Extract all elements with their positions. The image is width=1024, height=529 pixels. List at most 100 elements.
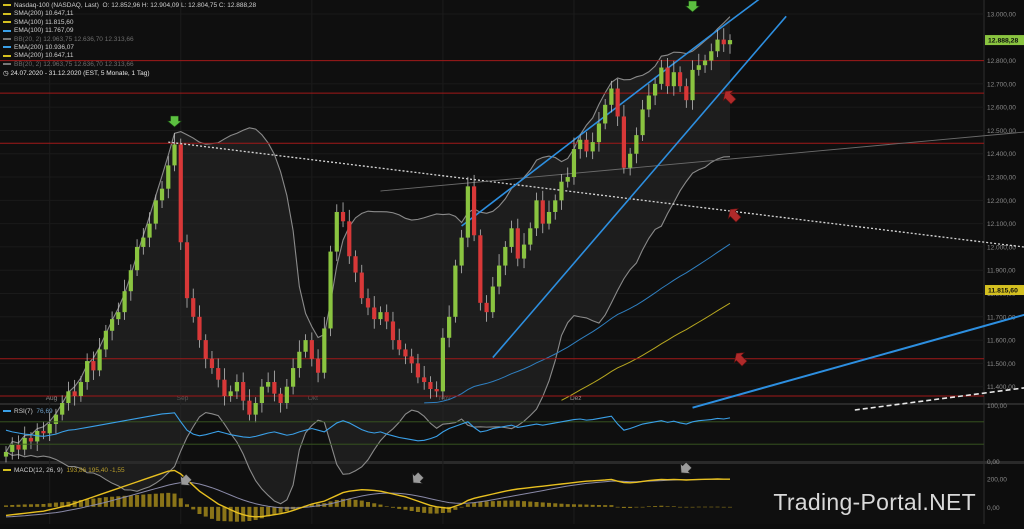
candle-body (141, 237, 146, 247)
macd-histogram-bar (397, 506, 402, 509)
macd-histogram-bar (684, 506, 689, 508)
macd-histogram-bar (515, 500, 520, 507)
candle-body (266, 382, 271, 387)
candle-body (340, 211, 346, 222)
candle-body (715, 39, 720, 52)
macd-histogram-bar (509, 500, 514, 507)
macd-histogram-bar (459, 506, 464, 508)
macd-histogram-bar (347, 499, 352, 507)
indicator-label: BB(20, 2) (14, 60, 42, 68)
indicator-value: 11.815,60 (45, 18, 74, 26)
candle-body (665, 67, 670, 87)
macd-histogram-bar (490, 501, 495, 507)
macd-histogram-bar (147, 494, 152, 507)
candle-body (415, 363, 421, 378)
macd-histogram-bar (553, 503, 558, 507)
macd-histogram-bar (247, 506, 252, 521)
rsi-value: 76,69 (36, 408, 53, 415)
candle-body (565, 177, 570, 182)
candle-body (272, 382, 277, 394)
macd-histogram-bar (603, 505, 608, 507)
macd-histogram-bar (434, 506, 439, 514)
macd-histogram-bar (465, 504, 470, 507)
macd-histogram-bar (646, 506, 651, 507)
y-tick-label: 12.700,00 (987, 81, 1016, 88)
candle-body (216, 368, 221, 380)
macd-histogram-bar (497, 500, 502, 507)
macd-histogram-bar (609, 505, 614, 507)
candle-body (315, 358, 321, 373)
macd-histogram-bar (178, 498, 183, 507)
candle-body (128, 270, 133, 292)
candle-body (702, 60, 708, 66)
macd-histogram-bar (472, 502, 477, 507)
y-tick-label: 13.000,00 (987, 11, 1016, 18)
candle-body (184, 242, 190, 299)
macd-histogram-bar (85, 499, 90, 507)
indicator-row: SMA(200) 10.647,11 (3, 52, 256, 60)
candle-body (134, 246, 140, 271)
macd-histogram-bar (35, 504, 40, 507)
candle-body (347, 221, 352, 257)
instrument-row: Nasdaq-100 (NASDAQ, Last) O: 12.852,96 H… (3, 2, 256, 10)
candle-body (203, 340, 208, 359)
candle-body (10, 444, 15, 452)
macd-histogram-bar (128, 495, 133, 507)
candle-body (172, 144, 177, 166)
candle-body (390, 321, 396, 341)
macd-histogram-bar (334, 500, 339, 507)
indicator-row: BB(20, 2) 12.963,75 12.636,70 12.313,66 (3, 36, 256, 44)
indicator-label: SMA(200) (14, 10, 44, 18)
macd-histogram-bar (640, 506, 645, 508)
candle-body (297, 351, 302, 369)
macd-histogram-bar (721, 506, 726, 508)
candle-body (534, 200, 539, 229)
indicator-row: BB(20, 2) 12.963,75 12.636,70 12.313,66 (3, 61, 256, 69)
macd-histogram-bar (565, 504, 570, 507)
macd-histogram-bar (621, 506, 626, 508)
indicator-label: BB(20, 2) (14, 35, 42, 43)
y-tick-label: 11.900,00 (987, 268, 1016, 275)
y-tick-label: 11.500,00 (987, 361, 1016, 368)
macd-histogram-bar (715, 506, 720, 508)
candle-body (253, 403, 258, 415)
candle-body (615, 88, 620, 117)
candle-body (578, 139, 583, 150)
candle-body (609, 88, 614, 105)
candle-body (209, 358, 215, 369)
y-tick-label: 12.600,00 (987, 105, 1016, 112)
candle-body (159, 188, 165, 201)
macd-histogram-bar (615, 506, 620, 508)
candle-body (428, 382, 433, 390)
candle-body (596, 123, 602, 143)
candle-body (284, 386, 289, 403)
macd-legend: MACD(12, 26, 9) 193,86 195,40 -1,55 (3, 467, 125, 474)
indicator-swatch (3, 63, 11, 66)
macd-histogram-bar (409, 506, 414, 511)
candle-body (671, 72, 676, 87)
candle-body (47, 423, 52, 434)
candle-body (490, 286, 495, 313)
macd-histogram-bar (665, 506, 670, 507)
candle-body (166, 165, 171, 189)
indicator-swatch (3, 29, 11, 32)
indicator-row: SMA(200) 10.647,11 (3, 10, 256, 18)
macd-histogram-bar (135, 495, 140, 507)
candle-body (403, 349, 408, 357)
candle-body (503, 246, 508, 266)
candle-body (528, 228, 533, 245)
indicator-label: SMA(200) (14, 52, 44, 60)
macd-histogram-bar (28, 504, 33, 507)
macd-histogram-bar (222, 506, 227, 522)
candle-body (409, 356, 414, 364)
macd-histogram-bar (422, 506, 427, 513)
macd-histogram-bar (415, 506, 420, 512)
candle-body (677, 72, 683, 87)
candle-body (478, 235, 483, 303)
macd-histogram-bar (110, 496, 115, 507)
candle-body (116, 312, 121, 320)
macd-histogram-bar (253, 506, 258, 520)
candle-body (684, 86, 689, 101)
macd-histogram-bar (690, 506, 695, 508)
macd-histogram-bar (584, 504, 589, 507)
